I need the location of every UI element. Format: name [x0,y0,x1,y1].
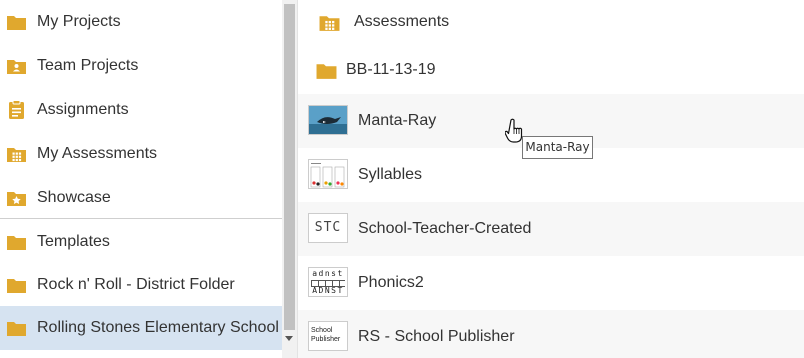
stc-thumbnail: STC [308,213,348,243]
folder-grid-icon [7,148,26,162]
folder-icon [7,16,26,30]
clipboard-icon [9,100,24,119]
sidebar-item-label: My Projects [37,13,121,30]
project-row-school-teacher-created[interactable]: STC School-Teacher-Created [298,202,804,256]
scrollbar-thumb[interactable] [284,4,295,330]
project-label: RS - School Publisher [358,328,515,345]
project-row-phonics2[interactable]: adnst ADNST Phonics2 [298,256,804,310]
folder-star-icon [7,192,26,206]
thumbnail-text: adnst [312,269,344,278]
folder-person-icon [7,60,26,74]
project-label: Manta-Ray [358,112,437,129]
folder-icon [7,279,26,293]
thumbnail-text: School Publisher [311,327,341,343]
sidebar-item-district-folder[interactable]: Rock n' Roll - District Folder [0,263,282,307]
thumbnail-text: ADNST [312,286,344,295]
sidebar-item-label: Rolling Stones Elementary School [37,319,279,336]
sidebar: My Projects Team Projects Assignments My… [0,0,282,358]
project-label: School-Teacher-Created [358,220,532,237]
folder-label: Assessments [354,13,450,30]
sidebar-item-my-assessments[interactable]: My Assessments [0,132,282,176]
sidebar-item-assignments[interactable]: Assignments [0,88,282,132]
sidebar-item-team-projects[interactable]: Team Projects [0,44,282,88]
sidebar-item-showcase[interactable]: Showcase [0,176,282,220]
thumbnail-text: STC [314,220,342,235]
folder-row-assessments[interactable]: Assessments [298,0,804,44]
sidebar-item-label: Showcase [37,189,111,206]
project-row-rs-school-publisher[interactable]: School Publisher RS - School Publisher [298,310,804,358]
scroll-down-arrow-icon[interactable] [285,336,293,341]
sidebar-item-label: My Assessments [37,145,158,162]
sidebar-item-label: Assignments [37,101,129,118]
sidebar-item-my-projects[interactable]: My Projects [0,0,282,44]
tooltip: Manta-Ray [522,136,593,159]
folder-icon [316,64,337,79]
phonics-thumbnail: adnst ADNST [308,267,348,297]
project-label: Syllables [358,166,423,183]
sidebar-item-school[interactable]: Rolling Stones Elementary School [0,306,282,350]
folder-row-bb-11-13-19[interactable]: BB-11-13-19 [298,48,804,92]
sidebar-item-label: Rock n' Roll - District Folder [37,276,235,293]
syllables-thumbnail [308,159,348,189]
folder-grid-icon [319,16,340,31]
school-publisher-thumbnail: School Publisher [308,321,348,351]
sidebar-item-templates[interactable]: Templates [0,220,282,264]
sidebar-divider [0,218,282,219]
sidebar-item-label: Templates [37,233,110,250]
folder-icon [7,236,26,250]
content-list: Assessments BB-11-13-19 Manta-Ray Syllab… [298,0,804,358]
folder-label: BB-11-13-19 [346,61,436,78]
project-label: Phonics2 [358,274,424,291]
sidebar-item-label: Team Projects [37,57,139,74]
folder-icon [7,322,26,336]
manta-ray-thumbnail [308,105,348,135]
